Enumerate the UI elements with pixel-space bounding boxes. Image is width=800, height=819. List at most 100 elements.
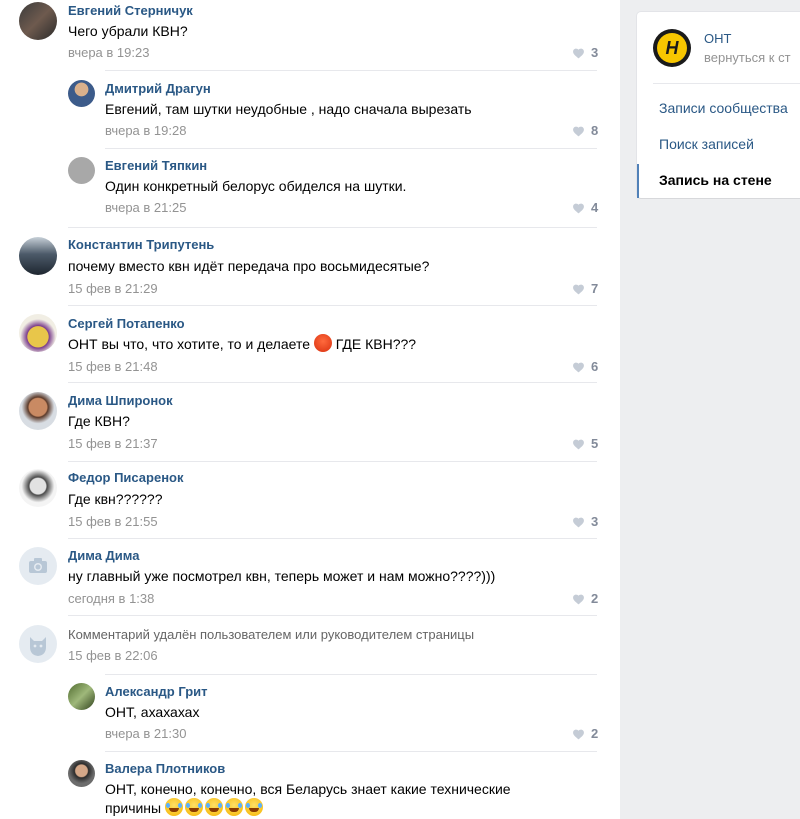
comment-date[interactable]: 15 фев в 21:48 (68, 359, 158, 374)
comment-date[interactable]: сегодня в 1:38 (68, 591, 154, 606)
avatar[interactable] (68, 80, 95, 107)
comment-author[interactable]: Евгений Тяпкин (105, 158, 207, 173)
comments-panel: Евгений Стерничук Чего убрали КВН? вчера… (0, 0, 620, 819)
comment-author[interactable]: Евгений Стерничук (68, 3, 193, 18)
divider (68, 615, 597, 616)
laughing-emoji-icon (205, 798, 223, 816)
like-count: 6 (591, 359, 599, 374)
divider (68, 305, 597, 306)
like-count: 3 (591, 45, 599, 60)
divider (105, 751, 597, 752)
like-button[interactable]: 3 (572, 514, 598, 529)
comment-text: причины (105, 798, 265, 818)
deleted-dog-icon (30, 637, 46, 656)
like-button[interactable]: 3 (572, 45, 598, 60)
divider (105, 148, 597, 149)
avatar[interactable] (19, 547, 57, 585)
comment-date[interactable]: 15 фев в 21:29 (68, 281, 158, 296)
like-button[interactable]: 5 (572, 436, 598, 451)
comment-author[interactable]: Сергей Потапенко (68, 316, 185, 331)
like-count: 8 (591, 123, 599, 138)
ont-logo[interactable]: Н (653, 29, 691, 67)
avatar[interactable] (19, 2, 57, 40)
comment-text-part: причины (105, 800, 162, 816)
comment-date[interactable]: вчера в 19:28 (105, 123, 186, 138)
comment-author[interactable]: Константин Трипутень (68, 237, 214, 252)
like-button[interactable]: 6 (572, 359, 598, 374)
comment-text-part: ОНТ вы что, что хотите, то и делаете (68, 336, 310, 352)
menu-item-wall-post[interactable]: Запись на стене (659, 172, 772, 188)
like-button[interactable]: 2 (572, 591, 598, 606)
avatar[interactable] (19, 392, 57, 430)
like-count: 2 (591, 591, 599, 606)
like-count: 4 (591, 200, 599, 215)
comment-date[interactable]: 15 фев в 21:55 (68, 514, 158, 529)
heart-icon (573, 517, 584, 527)
like-button[interactable]: 2 (572, 726, 598, 741)
logo-letter-icon: Н (665, 38, 679, 58)
comment-text: Евгений, там шутки неудобные , надо снач… (105, 101, 472, 117)
heart-icon (573, 284, 584, 294)
comment-date[interactable]: вчера в 21:30 (105, 726, 186, 741)
divider (105, 70, 597, 71)
heart-icon (573, 203, 584, 213)
comment-text: ОНТ, конечно, конечно, вся Беларусь знае… (105, 781, 511, 797)
divider (68, 227, 597, 228)
comment-text: Где КВН? (68, 413, 130, 429)
comment-text: ОНТ вы что, что хотите, то и делаете ГДЕ… (68, 334, 416, 354)
heart-icon (573, 362, 584, 372)
like-button[interactable]: 7 (572, 281, 598, 296)
like-button[interactable]: 4 (572, 200, 598, 215)
comment-author[interactable]: Дима Дима (68, 548, 139, 563)
back-link[interactable]: вернуться к ст (704, 50, 791, 65)
angry-emoji-icon (313, 334, 332, 352)
like-count: 5 (591, 436, 599, 451)
laughing-emoji-icon (225, 798, 243, 816)
avatar[interactable] (68, 760, 95, 787)
comment-text: Чего убрали КВН? (68, 23, 188, 39)
heart-icon (573, 439, 584, 449)
laughing-emoji-icon (245, 798, 263, 816)
comment-date[interactable]: вчера в 19:23 (68, 45, 149, 60)
group-name-link[interactable]: ОНТ (704, 31, 731, 46)
heart-icon (573, 594, 584, 604)
menu-item-community-posts[interactable]: Записи сообщества (659, 100, 788, 116)
laughing-emoji-icon (165, 798, 183, 816)
divider (68, 538, 597, 539)
like-count: 3 (591, 514, 599, 529)
heart-icon (573, 48, 584, 58)
comment-text-part: ГДЕ КВН??? (335, 336, 417, 352)
avatar[interactable] (68, 683, 95, 710)
camera-icon (29, 558, 47, 573)
avatar[interactable] (19, 469, 57, 507)
comment-text: почему вместо квн идёт передача про вось… (68, 258, 430, 274)
like-button[interactable]: 8 (572, 123, 598, 138)
comment-text: ну главный уже посмотрел квн, теперь мож… (68, 568, 496, 584)
comment-author[interactable]: Дима Шпиронок (68, 393, 173, 408)
like-count: 7 (591, 281, 599, 296)
deleted-comment-note: Комментарий удалён пользователем или рук… (68, 627, 475, 642)
heart-icon (573, 126, 584, 136)
avatar[interactable] (19, 237, 57, 275)
comment-date[interactable]: 15 фев в 21:37 (68, 436, 158, 451)
active-indicator (637, 164, 639, 198)
menu-item-search-posts[interactable]: Поиск записей (659, 136, 754, 152)
divider (653, 83, 800, 84)
community-sidebar: Н ОНТ вернуться к ст Записи сообщества П… (637, 12, 800, 198)
divider (105, 674, 597, 675)
comment-author[interactable]: Александр Грит (105, 684, 208, 699)
like-count: 2 (591, 726, 599, 741)
comment-author[interactable]: Федор Писаренок (68, 470, 184, 485)
avatar[interactable] (68, 157, 95, 184)
laughing-emoji-icon (185, 798, 203, 816)
comment-text: Один конкретный белорус обиделся на шутк… (105, 178, 407, 194)
comment-date[interactable]: 15 фев в 22:06 (68, 648, 158, 663)
avatar[interactable] (19, 314, 57, 352)
divider (68, 382, 597, 383)
comment-date[interactable]: вчера в 21:25 (105, 200, 186, 215)
avatar (19, 625, 57, 663)
comment-author[interactable]: Валера Плотников (105, 761, 225, 776)
divider (68, 461, 597, 462)
comment-author[interactable]: Дмитрий Драгун (105, 81, 211, 96)
comment-text: ОНТ, ахахахах (105, 704, 200, 720)
